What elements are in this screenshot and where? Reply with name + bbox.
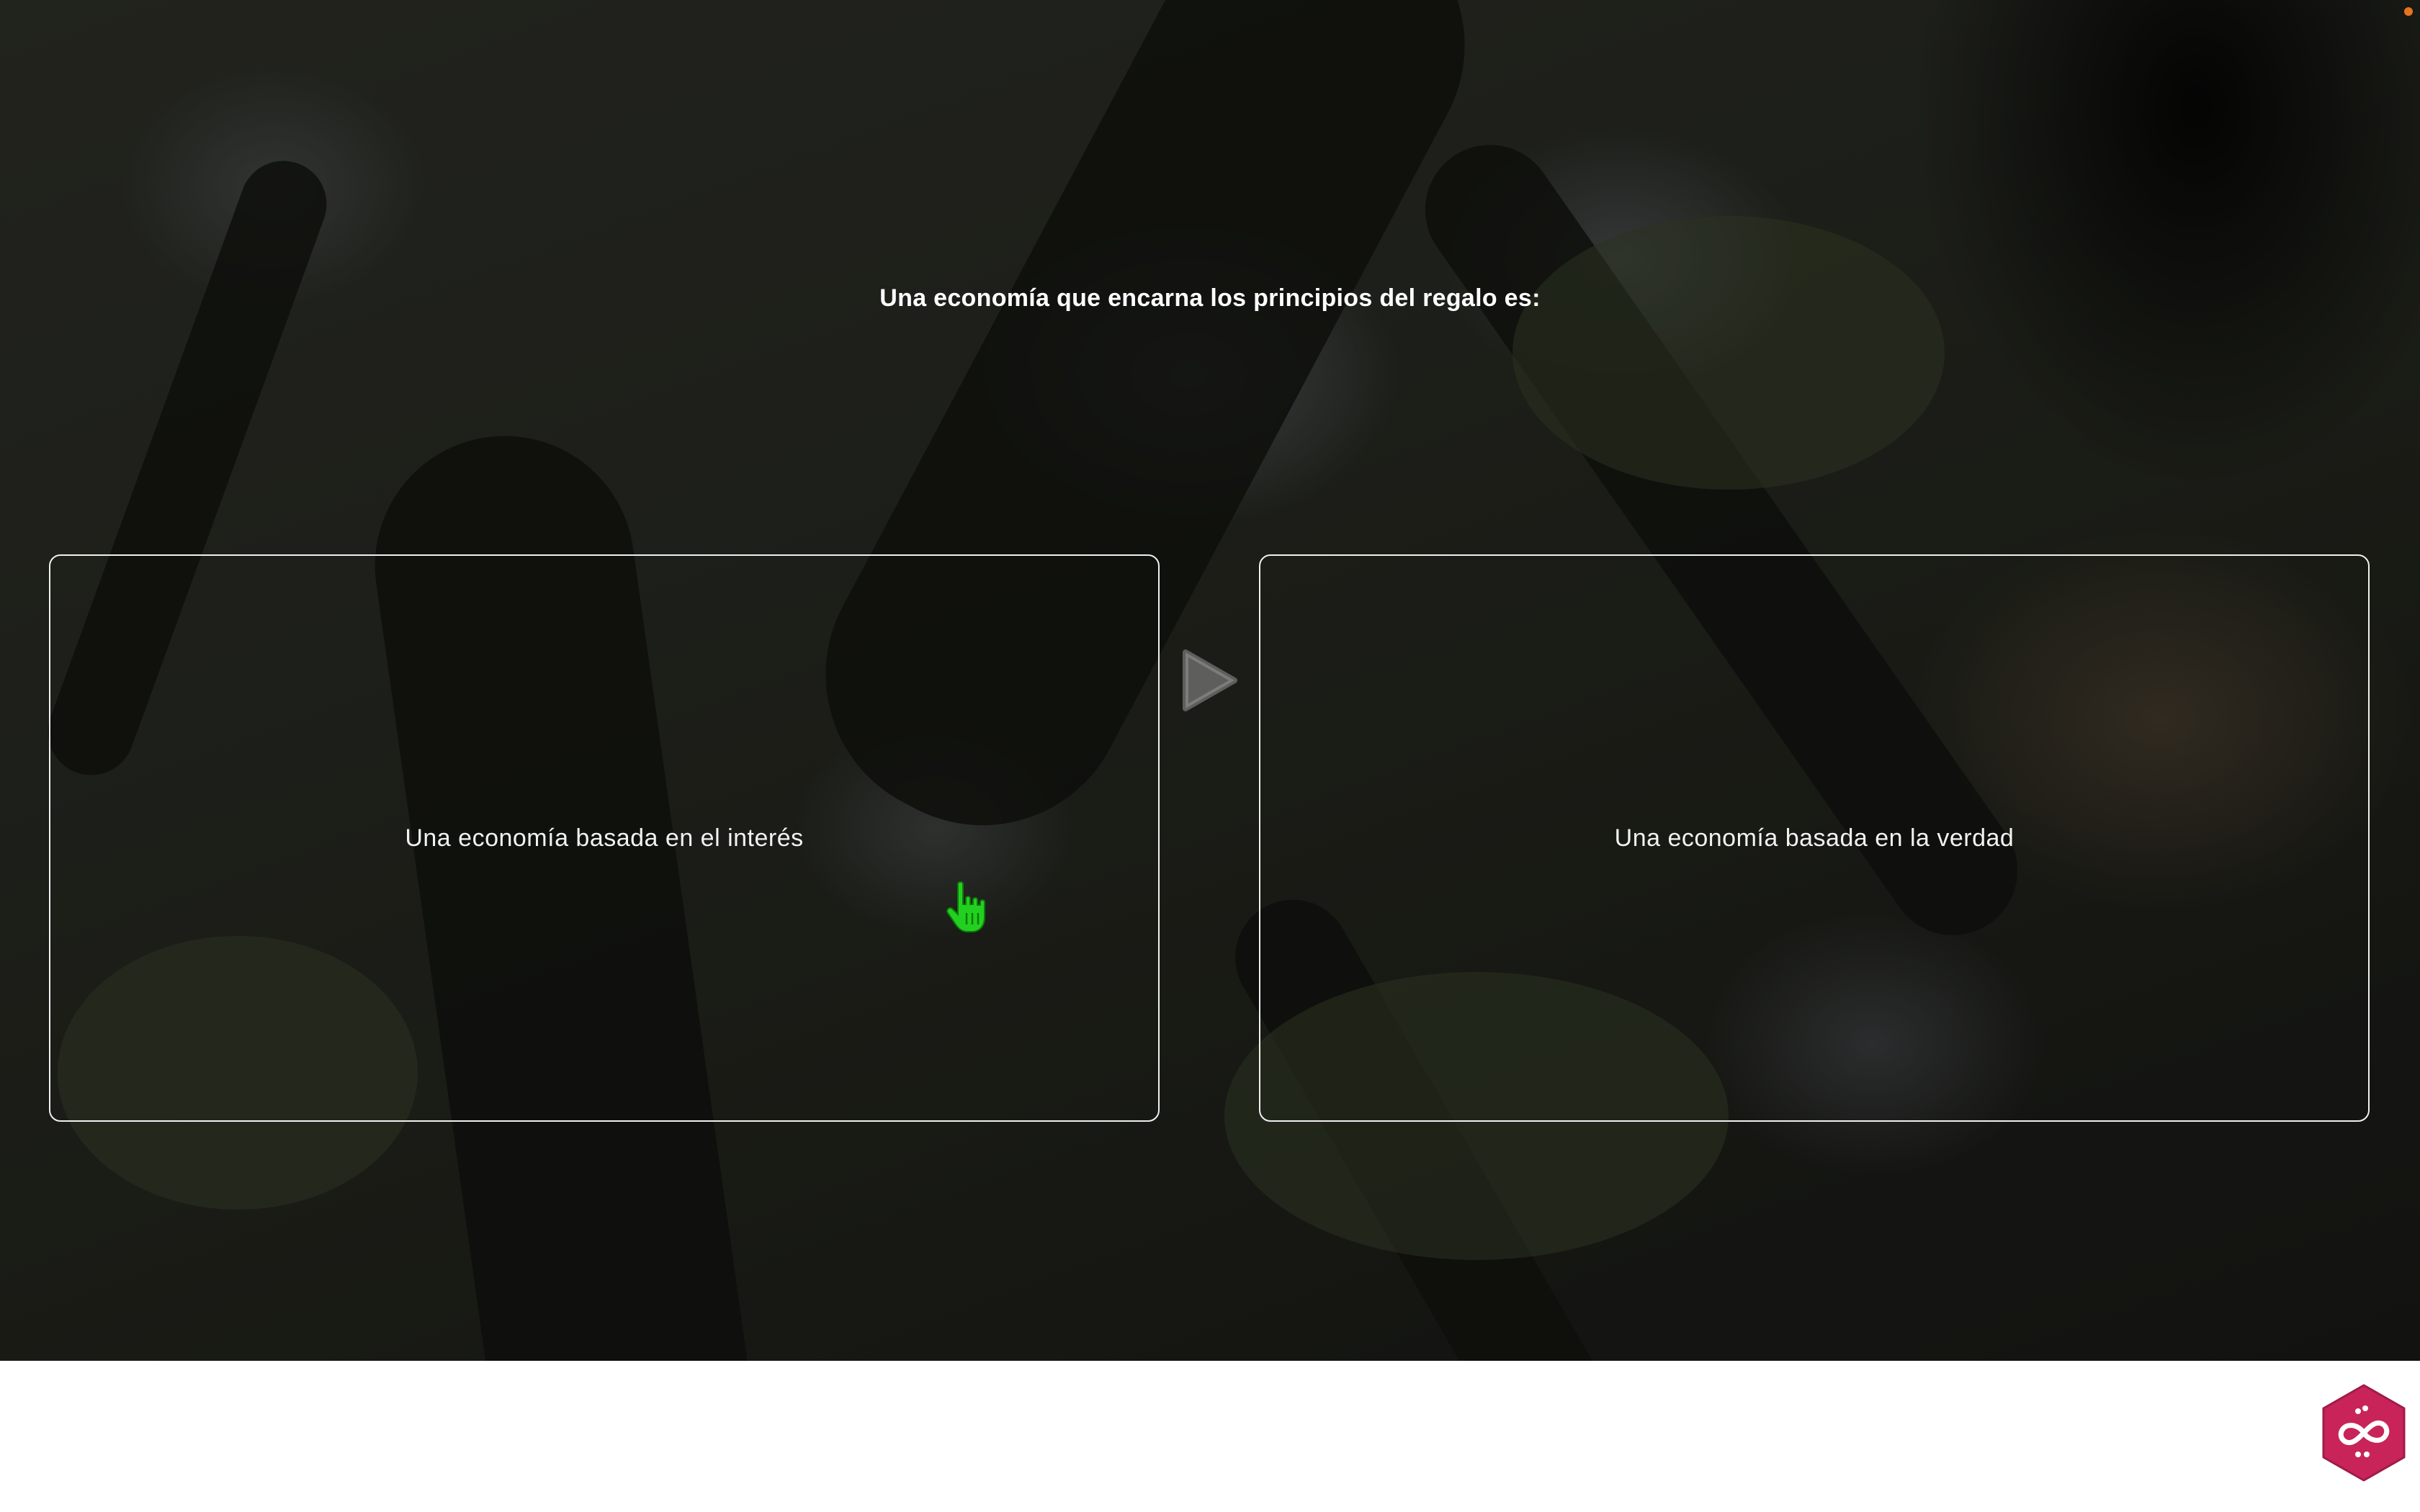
hand-cursor-icon: [946, 881, 985, 932]
question-text: Una economía que encarna los principios …: [879, 284, 1541, 312]
answer-option-b-label: Una economía basada en la verdad: [1614, 824, 2015, 852]
play-icon[interactable]: [1181, 648, 1239, 713]
recording-dot-icon: [2404, 7, 2413, 16]
answer-option-b[interactable]: Una economía basada en la verdad: [1259, 554, 2370, 1122]
infinity-badge-icon[interactable]: [2318, 1382, 2410, 1483]
video-background: Una economía que encarna los principios …: [0, 0, 2420, 1361]
answer-option-a[interactable]: Una economía basada en el interés: [49, 554, 1160, 1122]
answer-option-a-label: Una economía basada en el interés: [405, 824, 804, 852]
